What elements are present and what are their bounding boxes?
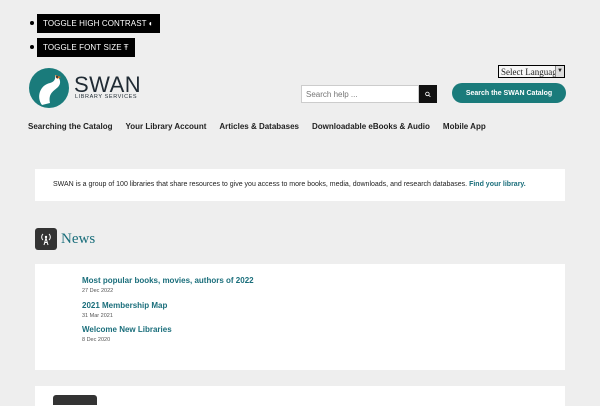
language-select-value: Select Language bbox=[501, 67, 561, 77]
next-section-box bbox=[35, 386, 565, 406]
logo-subtitle: LIBRARY SERVICES bbox=[75, 94, 138, 100]
toggle-high-contrast-label: Toggle High Contrast bbox=[43, 19, 147, 28]
find-library-link[interactable]: Find your library. bbox=[469, 181, 526, 188]
intro-text: SWAN is a group of 100 libraries that sh… bbox=[53, 181, 470, 188]
font-size-icon: Ŧ bbox=[123, 43, 129, 52]
news-item-date: 8 Dec 2020 bbox=[82, 337, 111, 343]
contrast-icon: ◐ bbox=[148, 19, 154, 28]
swan-logo-icon[interactable] bbox=[28, 67, 72, 109]
intro-banner: SWAN is a group of 100 libraries that sh… bbox=[35, 169, 565, 201]
news-item-date: 27 Dec 2022 bbox=[82, 288, 114, 294]
accessibility-item: Toggle Font Size Ŧ bbox=[30, 38, 160, 58]
help-search bbox=[301, 85, 437, 103]
news-item-link[interactable]: 2021 Membership Map bbox=[82, 301, 167, 310]
nav-item-searching-catalog[interactable]: Searching the Catalog bbox=[28, 122, 112, 131]
main-nav: Searching the Catalog Your Library Accou… bbox=[28, 122, 499, 131]
nav-item-articles-databases[interactable]: Articles & Databases bbox=[219, 122, 299, 131]
news-item-link[interactable]: Welcome New Libraries bbox=[82, 325, 172, 334]
news-item: Welcome New Libraries 8 Dec 2020 bbox=[82, 325, 172, 343]
news-item: 2021 Membership Map 31 Mar 2021 bbox=[82, 301, 167, 319]
search-catalog-button[interactable]: Search the SWAN Catalog bbox=[452, 83, 566, 103]
toggle-font-size-label: Toggle Font Size bbox=[43, 43, 122, 52]
news-list: Most popular books, movies, authors of 2… bbox=[35, 264, 565, 370]
accessibility-toolbar: Toggle High Contrast ◐ Toggle Font Size … bbox=[0, 14, 160, 58]
news-broadcast-icon bbox=[35, 228, 57, 250]
nav-item-library-account[interactable]: Your Library Account bbox=[125, 122, 206, 131]
news-item: Most popular books, movies, authors of 2… bbox=[82, 276, 254, 294]
accessibility-item: Toggle High Contrast ◐ bbox=[30, 14, 160, 34]
nav-item-ebooks-audio[interactable]: Downloadable eBooks & Audio bbox=[312, 122, 430, 131]
news-heading: News bbox=[61, 230, 96, 247]
news-header: News bbox=[35, 228, 95, 250]
news-item-link[interactable]: Most popular books, movies, authors of 2… bbox=[82, 276, 254, 285]
nav-item-mobile-app[interactable]: Mobile App bbox=[443, 122, 486, 131]
search-icon bbox=[425, 91, 431, 97]
search-button[interactable] bbox=[419, 85, 437, 103]
news-item-date: 31 Mar 2021 bbox=[82, 313, 113, 319]
next-section-icon bbox=[53, 395, 97, 405]
search-input[interactable] bbox=[301, 85, 419, 103]
toggle-high-contrast-button[interactable]: Toggle High Contrast ◐ bbox=[37, 14, 160, 33]
dropdown-arrow-icon: ▼ bbox=[555, 66, 564, 77]
toggle-font-size-button[interactable]: Toggle Font Size Ŧ bbox=[37, 38, 135, 57]
language-select[interactable]: Select Language ▼ bbox=[498, 65, 565, 78]
